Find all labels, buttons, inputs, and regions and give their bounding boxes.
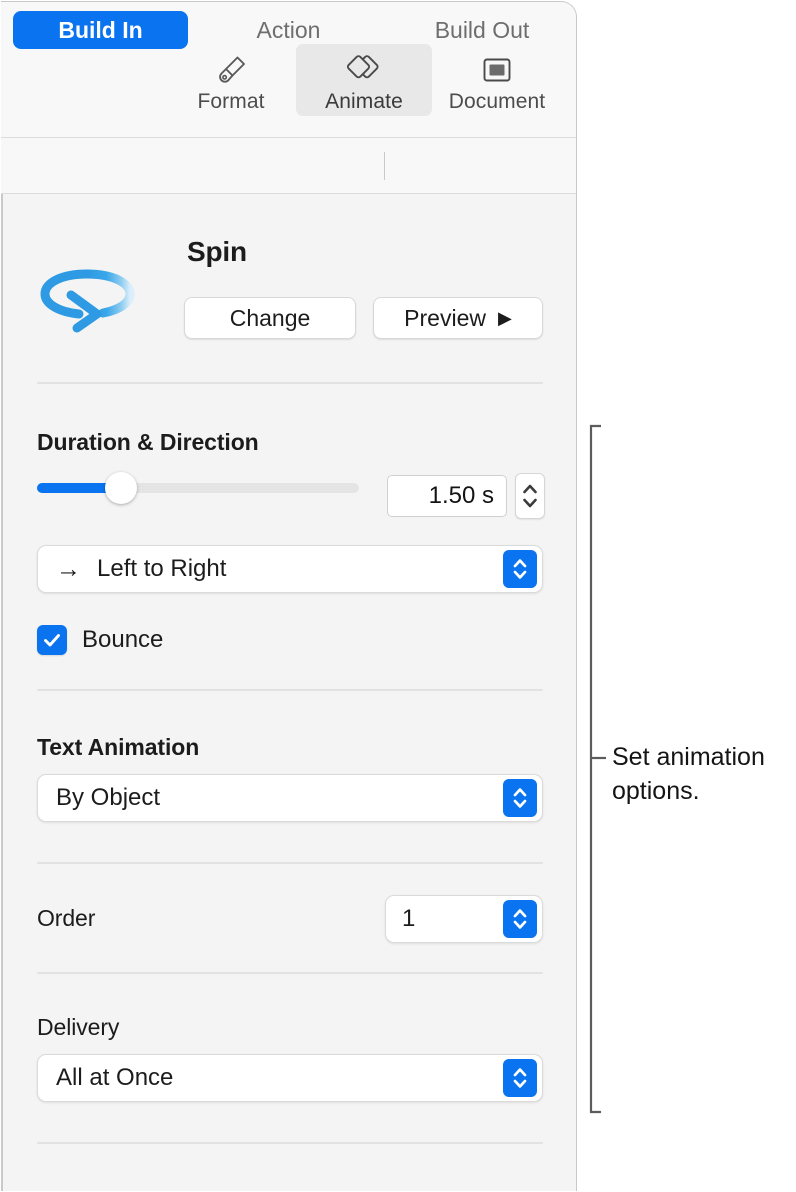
right-arrow-icon: → [56, 554, 81, 583]
change-button-label: Change [229, 304, 311, 331]
separator [37, 972, 543, 974]
mode-tab-animate-label: Animate [325, 90, 403, 113]
mode-tab-document[interactable]: Document [429, 44, 565, 116]
tab-divider [384, 152, 385, 180]
animate-diamonds-icon [344, 52, 384, 88]
separator [37, 689, 543, 691]
duration-slider-thumb[interactable] [105, 472, 137, 504]
tab-action[interactable]: Action [206, 11, 371, 49]
spin-circular-arrow-icon [35, 252, 145, 344]
callout-text: Set animation options. [612, 743, 765, 805]
section-label-text-animation: Text Animation [37, 734, 200, 760]
section-label-delivery: Delivery [37, 1014, 120, 1040]
order-stepper-icon[interactable] [503, 900, 537, 938]
order-value: 1 [402, 905, 416, 932]
delivery-popup-menu[interactable]: All at Once [37, 1054, 543, 1102]
mode-tab-document-label: Document [448, 90, 546, 113]
build-tabbar [1, 138, 576, 194]
duration-slider[interactable] [37, 472, 359, 504]
play-triangle-icon: ▶ [497, 308, 512, 328]
delivery-popup-stepper-icon[interactable] [503, 1059, 537, 1097]
callout-annotation: Set animation options. [588, 424, 796, 1114]
text-animation-popup-stepper-icon[interactable] [503, 779, 537, 817]
mode-tab-animate[interactable]: Animate [296, 44, 432, 116]
bounce-checkbox[interactable] [37, 625, 67, 655]
mode-tab-format-label: Format [197, 90, 265, 113]
preview-button[interactable]: Preview ▶ [373, 297, 543, 339]
delivery-value: All at Once [56, 1064, 174, 1091]
duration-stepper[interactable] [515, 473, 545, 519]
direction-popup-menu[interactable]: → Left to Right [37, 545, 543, 593]
order-popup-menu[interactable]: 1 [385, 895, 543, 943]
effect-header: Spin Change Preview ▶ [1, 194, 576, 382]
effect-name: Spin [187, 236, 247, 267]
document-icon [480, 52, 514, 88]
duration-value: 1.50 s [428, 482, 494, 509]
section-label-order: Order [37, 905, 96, 931]
tab-build-in[interactable]: Build In [13, 11, 188, 49]
text-animation-popup-menu[interactable]: By Object [37, 774, 543, 822]
paintbrush-icon [213, 52, 249, 88]
stepper-chevrons-icon [523, 484, 537, 508]
bounce-row[interactable]: Bounce [37, 625, 163, 655]
section-label-duration-direction: Duration & Direction [37, 429, 259, 455]
format-inspector-panel: Format Animate Document Build In Action [1, 1, 577, 1191]
separator [37, 862, 543, 864]
direction-popup-stepper-icon[interactable] [503, 550, 537, 588]
separator [37, 1142, 543, 1144]
checkmark-icon [44, 634, 60, 647]
duration-field[interactable]: 1.50 s [387, 475, 507, 517]
mode-tab-format[interactable]: Format [163, 44, 299, 116]
direction-value: Left to Right [97, 555, 227, 582]
separator [37, 382, 543, 384]
text-animation-value: By Object [56, 784, 161, 811]
bounce-label: Bounce [82, 626, 164, 653]
preview-button-label: Preview [404, 304, 486, 331]
change-button[interactable]: Change [184, 297, 356, 339]
tab-build-out[interactable]: Build Out [397, 11, 567, 49]
